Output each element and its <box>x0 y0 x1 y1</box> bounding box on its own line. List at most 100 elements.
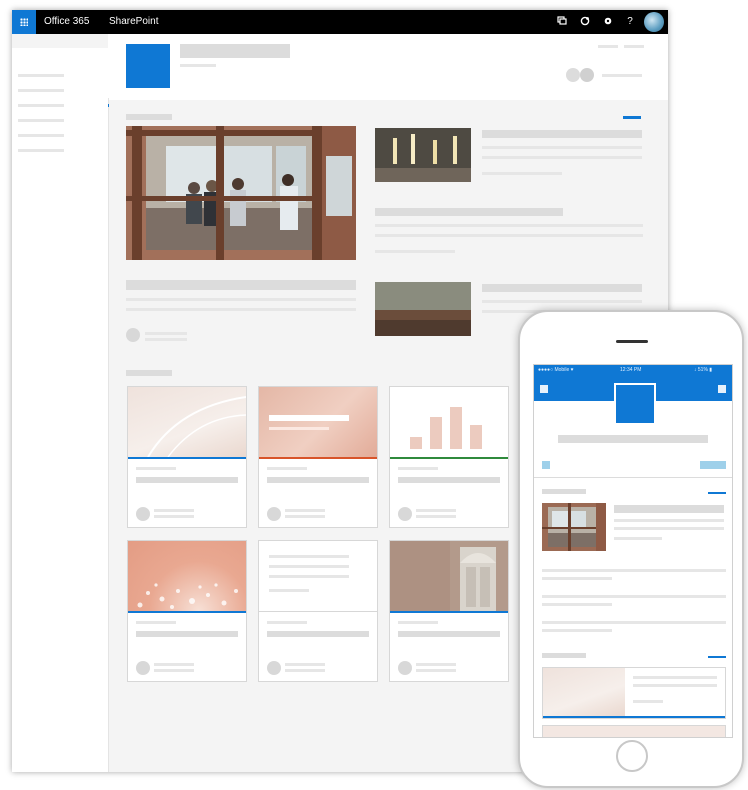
card-5-type <box>267 621 307 624</box>
phone-follow-icon[interactable] <box>542 461 550 469</box>
suite-bar: Office 365 SharePoint ? <box>12 10 668 34</box>
card-5-doc-line-3 <box>269 575 349 578</box>
hero-news-title-placeholder[interactable] <box>126 280 356 290</box>
news-item-1-title[interactable] <box>482 130 642 138</box>
phone-card-line-1 <box>633 676 717 679</box>
card-3-type <box>398 467 438 470</box>
site-logo[interactable] <box>126 44 170 88</box>
card-3-accent-bar <box>390 457 508 459</box>
activity-card-3[interactable] <box>389 386 509 528</box>
card-2-author <box>285 509 325 512</box>
phone-more-icon[interactable] <box>718 385 726 393</box>
hero-author-date <box>145 338 187 341</box>
nav-item-2[interactable] <box>18 89 64 92</box>
phone-status-time: 12:34 PM <box>620 367 642 373</box>
nav-item-5[interactable] <box>18 134 64 137</box>
nav-item-1[interactable] <box>18 74 64 77</box>
phone-news-item-title[interactable] <box>614 505 724 513</box>
card-4-title <box>136 631 238 637</box>
site-header <box>108 34 668 107</box>
header-link-2[interactable] <box>624 45 644 48</box>
phone-device: ●●●●○ Mobile ♥ 12:34 PM ↓ 51% ▮ <box>518 310 744 788</box>
activity-card-5[interactable] <box>258 540 378 682</box>
app-launcher-button[interactable] <box>12 10 36 34</box>
card-5-doc-line-4 <box>269 589 309 592</box>
card-4-date <box>154 669 194 672</box>
news-item-1-line-1 <box>482 146 642 149</box>
activity-card-2[interactable] <box>258 386 378 528</box>
phone-card-line-2 <box>633 684 717 687</box>
phone-home-button[interactable] <box>616 740 648 772</box>
news-see-all-link[interactable] <box>623 116 641 119</box>
nav-item-3[interactable] <box>18 104 64 107</box>
phone-news-4-line-1 <box>542 621 726 624</box>
phone-menu-icon[interactable] <box>540 385 548 393</box>
phone-news-image[interactable] <box>542 503 606 551</box>
nav-item-4[interactable] <box>18 119 64 122</box>
news-item-1-image[interactable] <box>375 128 471 182</box>
card-1-title <box>136 477 238 483</box>
card-6-title <box>398 631 500 637</box>
card-1-date <box>154 515 194 518</box>
phone-activity-see-all[interactable] <box>708 656 726 658</box>
phone-share-button[interactable] <box>700 461 726 469</box>
card-6-accent-bar <box>390 611 508 613</box>
phone-activity-card[interactable] <box>542 667 726 719</box>
phone-card-thumbnail <box>543 668 625 716</box>
header-link-1[interactable] <box>598 45 618 48</box>
members-count-placeholder <box>602 74 642 77</box>
card-5-doc-line-1 <box>269 555 349 558</box>
news-item-1-meta <box>482 172 562 175</box>
card-5-thumbnail <box>259 541 377 612</box>
news-item-2-line-2 <box>375 234 643 237</box>
app-name-label[interactable]: SharePoint <box>109 15 158 29</box>
news-item-1-line-2 <box>482 156 642 159</box>
phone-divider <box>534 477 732 478</box>
site-title-placeholder[interactable] <box>180 44 290 58</box>
settings-icon[interactable] <box>602 16 614 28</box>
card-4-accent-bar <box>128 611 246 613</box>
skype-icon[interactable] <box>579 16 591 28</box>
activity-card-1[interactable] <box>127 386 247 528</box>
card-4-author <box>154 663 194 666</box>
phone-card-meta <box>633 700 663 703</box>
member-avatar-2[interactable] <box>580 68 594 82</box>
card-3-title <box>398 477 500 483</box>
help-icon[interactable]: ? <box>624 16 636 28</box>
card-3-bar-2 <box>430 417 442 449</box>
phone-next-card[interactable] <box>542 725 726 737</box>
hero-author-avatar[interactable] <box>126 328 140 342</box>
news-item-2-line-1 <box>375 224 643 227</box>
hero-news-image[interactable] <box>126 126 356 260</box>
news-item-2-meta <box>375 250 455 253</box>
brand-label[interactable]: Office 365 <box>44 15 89 29</box>
news-item-3-image[interactable] <box>375 282 471 336</box>
nav-header-band <box>12 34 108 48</box>
phone-news-title <box>542 489 586 494</box>
card-4-avatar <box>136 661 150 675</box>
card-3-avatar <box>398 507 412 521</box>
card-4-thumbnail <box>128 541 246 611</box>
card-6-date <box>416 669 456 672</box>
news-section-title <box>126 114 172 120</box>
card-4-type <box>136 621 176 624</box>
activity-section-title <box>126 370 172 376</box>
news-item-2-title[interactable] <box>375 208 563 216</box>
card-2-accent-bar <box>259 457 377 459</box>
phone-news-2-line-2 <box>542 577 612 580</box>
member-avatar-1[interactable] <box>566 68 580 82</box>
chat-icon[interactable] <box>556 16 568 28</box>
card-6-type <box>398 621 438 624</box>
activity-card-6[interactable] <box>389 540 509 682</box>
activity-card-4[interactable] <box>127 540 247 682</box>
phone-site-logo[interactable] <box>614 383 656 425</box>
news-item-3-title[interactable] <box>482 284 642 292</box>
card-1-thumbnail <box>128 387 246 458</box>
phone-news-see-all[interactable] <box>708 492 726 494</box>
card-3-bar-3 <box>450 407 462 449</box>
user-avatar[interactable] <box>644 12 664 32</box>
card-5-title <box>267 631 369 637</box>
nav-item-6[interactable] <box>18 149 64 152</box>
waffle-icon <box>20 18 28 26</box>
news-item-3-line-1 <box>482 300 642 303</box>
